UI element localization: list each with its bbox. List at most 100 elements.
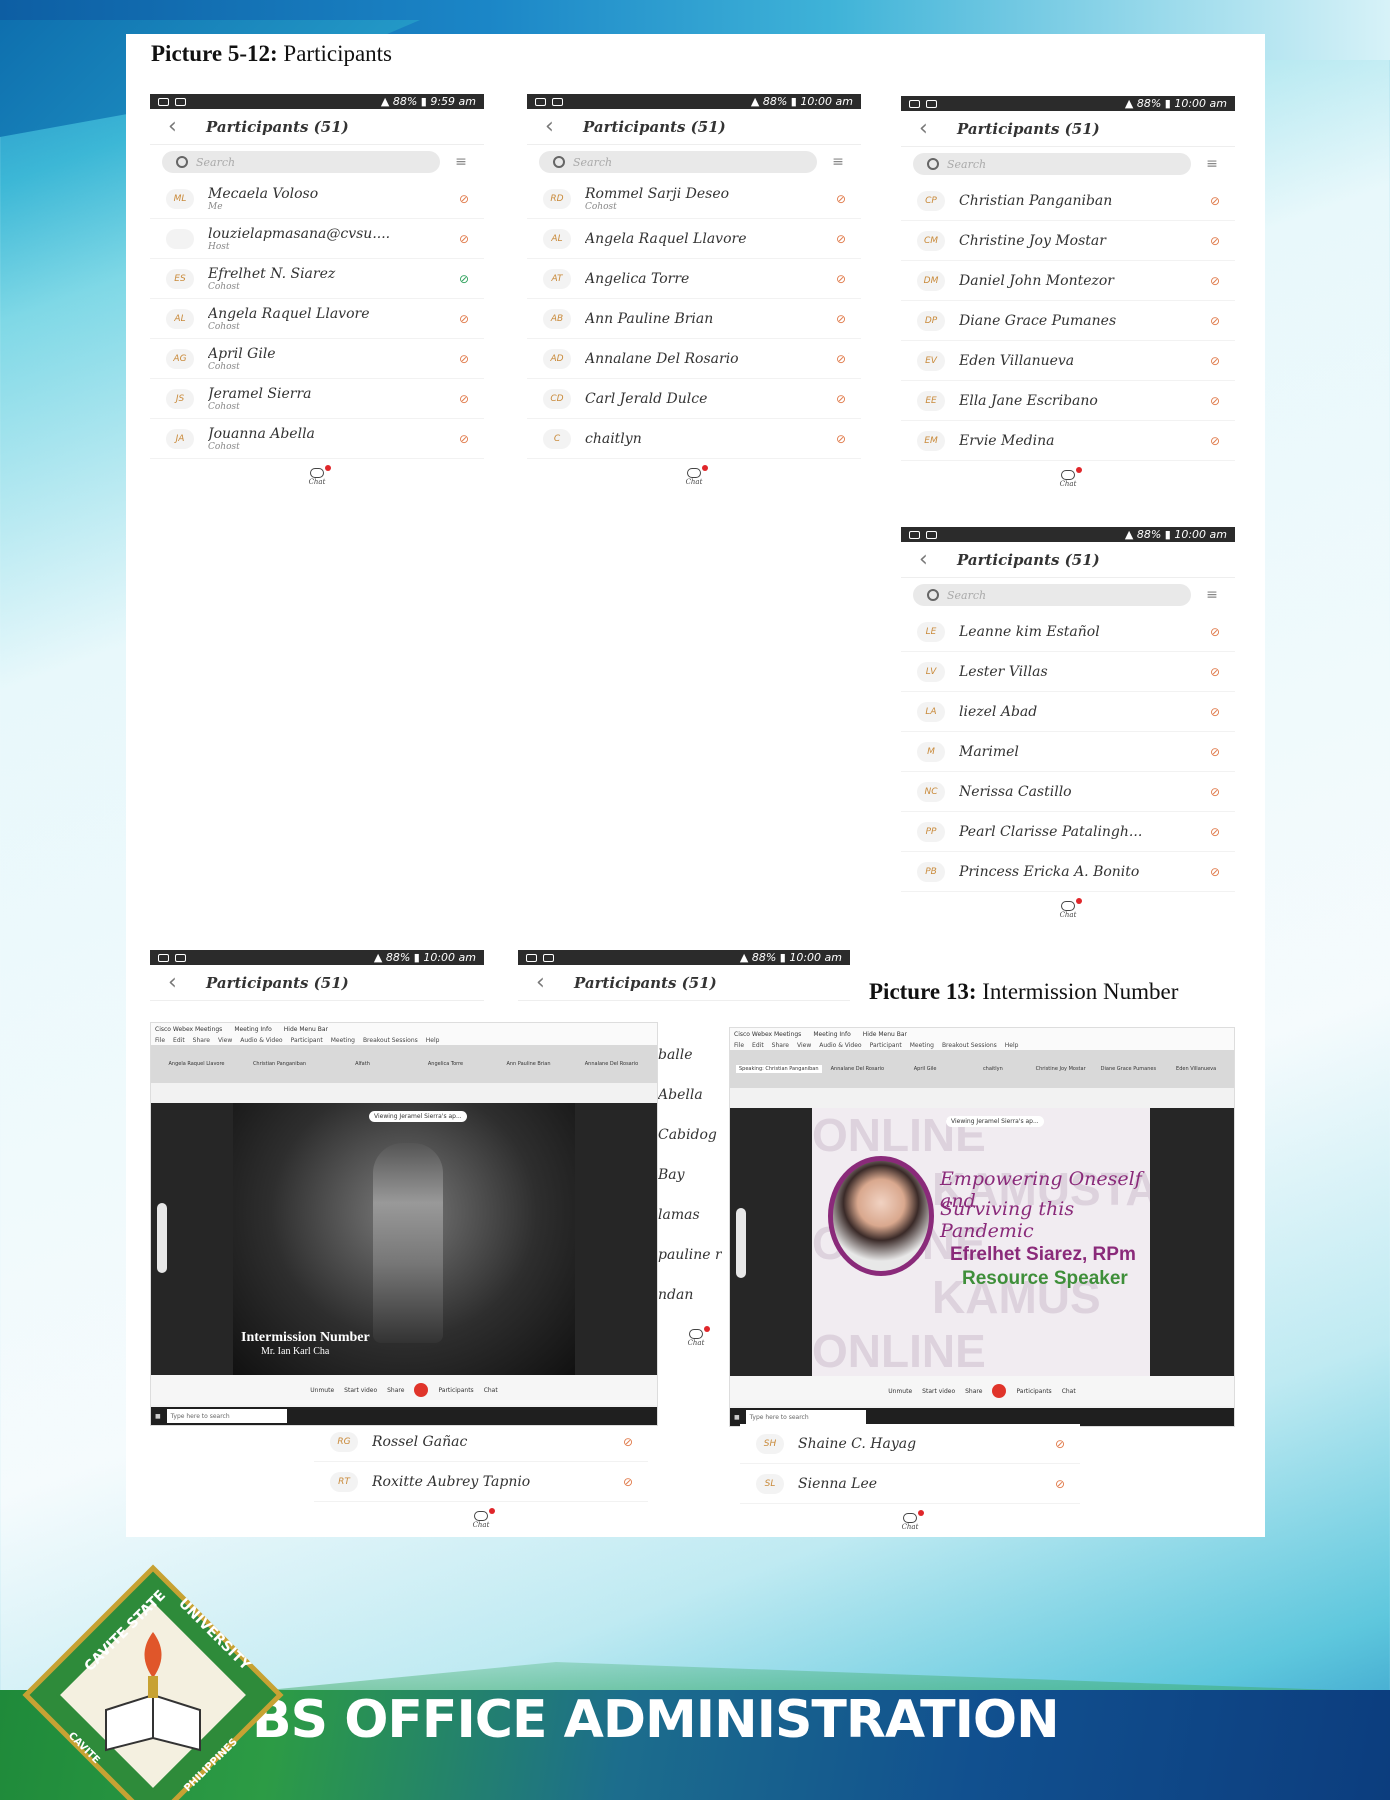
participant-row[interactable]: JS Jeramel Sierra Cohost ⊘: [150, 379, 484, 419]
participant-row[interactable]: DM Daniel John Montezor ⊘: [901, 261, 1235, 301]
participant-row[interactable]: AB Ann Pauline Brian ⊘: [527, 299, 861, 339]
chat-button[interactable]: Chat: [314, 1502, 648, 1532]
participant-row[interactable]: LV Lester Villas ⊘: [901, 652, 1235, 692]
participant-row[interactable]: AT Angelica Torre ⊘: [527, 259, 861, 299]
participants-button[interactable]: Participants: [438, 1387, 473, 1394]
strip-participant[interactable]: Annalane Del Rosario: [572, 1061, 651, 1067]
chat-button[interactable]: Chat: [150, 459, 484, 495]
participant-row[interactable]: AL Angela Raquel Llavore ⊘: [527, 219, 861, 259]
back-icon[interactable]: ‹: [536, 970, 574, 995]
menu-item[interactable]: Audio & Video: [240, 1037, 282, 1044]
menu-item[interactable]: Breakout Sessions: [363, 1037, 418, 1044]
participant-row[interactable]: ML Mecaela Voloso Me ⊘: [150, 179, 484, 219]
menu-item[interactable]: File: [155, 1037, 165, 1044]
mic-icon[interactable]: ⊘: [1209, 234, 1221, 248]
strip-participant[interactable]: Christian Panganiban: [240, 1061, 319, 1067]
mic-icon[interactable]: ⊘: [1209, 665, 1221, 679]
start-video-button[interactable]: Start video: [922, 1388, 955, 1395]
participant-row[interactable]: EE Ella Jane Escribano ⊘: [901, 381, 1235, 421]
participant-row[interactable]: CD Carl Jerald Dulce ⊘: [527, 379, 861, 419]
menu-item[interactable]: Breakout Sessions: [942, 1042, 997, 1049]
menu-item[interactable]: Edit: [752, 1042, 764, 1049]
participant-row[interactable]: AG April Gile Cohost ⊘: [150, 339, 484, 379]
menu-item[interactable]: Share: [193, 1037, 210, 1044]
mic-icon[interactable]: ⊘: [1054, 1437, 1066, 1451]
participant-row[interactable]: CM Christine Joy Mostar ⊘: [901, 221, 1235, 261]
taskbar-search[interactable]: Type here to search: [745, 1410, 866, 1424]
participant-row[interactable]: PB Princess Ericka A. Bonito ⊘: [901, 852, 1235, 892]
menu-item[interactable]: Help: [1005, 1042, 1019, 1049]
participants-button[interactable]: Participants: [1016, 1388, 1051, 1395]
mic-icon[interactable]: ⊘: [1209, 625, 1221, 639]
back-icon[interactable]: ‹: [545, 114, 583, 139]
windows-start-icon[interactable]: ■: [155, 1413, 161, 1420]
chat-button[interactable]: Chat: [1062, 1388, 1076, 1395]
menu-item[interactable]: Participant: [870, 1042, 902, 1049]
mic-icon[interactable]: ⊘: [1209, 825, 1221, 839]
strip-participant[interactable]: April Gile: [893, 1066, 957, 1072]
side-toolbar[interactable]: [736, 1208, 746, 1278]
mic-icon[interactable]: ⊘: [835, 312, 847, 326]
participant-row[interactable]: PP Pearl Clarisse Patalingh... ⊘: [901, 812, 1235, 852]
search-input[interactable]: Search: [539, 151, 817, 173]
end-call-button[interactable]: [414, 1383, 429, 1397]
menu-item[interactable]: Audio & Video: [819, 1042, 861, 1049]
participant-row[interactable]: EM Ervie Medina ⊘: [901, 421, 1235, 461]
chat-button[interactable]: Chat: [740, 1504, 1080, 1530]
chat-button[interactable]: Chat: [527, 459, 861, 495]
taskbar-search[interactable]: Type here to search: [166, 1409, 287, 1423]
menu-item[interactable]: Meeting: [331, 1037, 355, 1044]
menu-item[interactable]: Edit: [173, 1037, 185, 1044]
chat-button[interactable]: Chat: [484, 1387, 498, 1394]
menu-item[interactable]: Participant: [291, 1037, 323, 1044]
participant-row[interactable]: RT Roxitte Aubrey Tapnio ⊘: [314, 1462, 648, 1502]
mic-icon[interactable]: ⊘: [458, 352, 470, 366]
mic-icon[interactable]: ⊘: [1209, 274, 1221, 288]
mic-icon[interactable]: ⊘: [458, 272, 470, 286]
mic-icon[interactable]: ⊘: [458, 432, 470, 446]
strip-participant[interactable]: Alfath: [323, 1061, 402, 1067]
strip-participant[interactable]: Diane Grace Pumanes: [1097, 1066, 1161, 1072]
mic-icon[interactable]: ⊘: [835, 272, 847, 286]
mic-icon[interactable]: ⊘: [1209, 394, 1221, 408]
chat-button[interactable]: Chat: [901, 461, 1235, 497]
participant-row[interactable]: Cchaitlyn ⊘: [527, 419, 861, 459]
mic-icon[interactable]: ⊘: [835, 192, 847, 206]
mic-icon[interactable]: ⊘: [1209, 745, 1221, 759]
search-input[interactable]: Search: [913, 584, 1191, 606]
participant-row[interactable]: LA liezel Abad ⊘: [901, 692, 1235, 732]
menu-item[interactable]: File: [734, 1042, 744, 1049]
mic-icon[interactable]: ⊘: [835, 432, 847, 446]
participant-row[interactable]: AD Annalane Del Rosario ⊘: [527, 339, 861, 379]
participant-row[interactable]: RG Rossel Gañac ⊘: [314, 1422, 648, 1462]
back-icon[interactable]: ‹: [919, 547, 957, 572]
mic-icon[interactable]: ⊘: [458, 312, 470, 326]
share-button[interactable]: Share: [387, 1387, 404, 1394]
chat-button[interactable]: Chat: [666, 1320, 726, 1350]
back-icon[interactable]: ‹: [168, 970, 206, 995]
participant-row[interactable]: CP Christian Panganiban ⊘: [901, 181, 1235, 221]
participant-row[interactable]: EV Eden Villanueva ⊘: [901, 341, 1235, 381]
mic-icon[interactable]: ⊘: [1209, 194, 1221, 208]
menu-item[interactable]: Help: [426, 1037, 440, 1044]
sort-icon[interactable]: ≡: [1201, 156, 1223, 172]
mic-icon[interactable]: ⊘: [835, 232, 847, 246]
start-video-button[interactable]: Start video: [344, 1387, 377, 1394]
mic-icon[interactable]: ⊘: [1209, 705, 1221, 719]
sort-icon[interactable]: ≡: [1201, 587, 1223, 603]
mic-icon[interactable]: ⊘: [1054, 1477, 1066, 1491]
mic-icon[interactable]: ⊘: [1209, 785, 1221, 799]
end-call-button[interactable]: [992, 1384, 1007, 1398]
search-input[interactable]: Search: [913, 153, 1191, 175]
strip-participant[interactable]: Angelica Torre: [406, 1061, 485, 1067]
mic-icon[interactable]: ⊘: [1209, 434, 1221, 448]
mic-icon[interactable]: ⊘: [835, 392, 847, 406]
windows-start-icon[interactable]: ■: [734, 1414, 740, 1421]
participant-row[interactable]: AL Angela Raquel Llavore Cohost ⊘: [150, 299, 484, 339]
mic-icon[interactable]: ⊘: [458, 192, 470, 206]
strip-participant[interactable]: Christine Joy Mostar: [1029, 1066, 1093, 1072]
chat-button[interactable]: Chat: [901, 892, 1235, 928]
participant-row[interactable]: NC Nerissa Castillo ⊘: [901, 772, 1235, 812]
mic-icon[interactable]: ⊘: [1209, 865, 1221, 879]
participant-row[interactable]: LE Leanne kim Estañol ⊘: [901, 612, 1235, 652]
